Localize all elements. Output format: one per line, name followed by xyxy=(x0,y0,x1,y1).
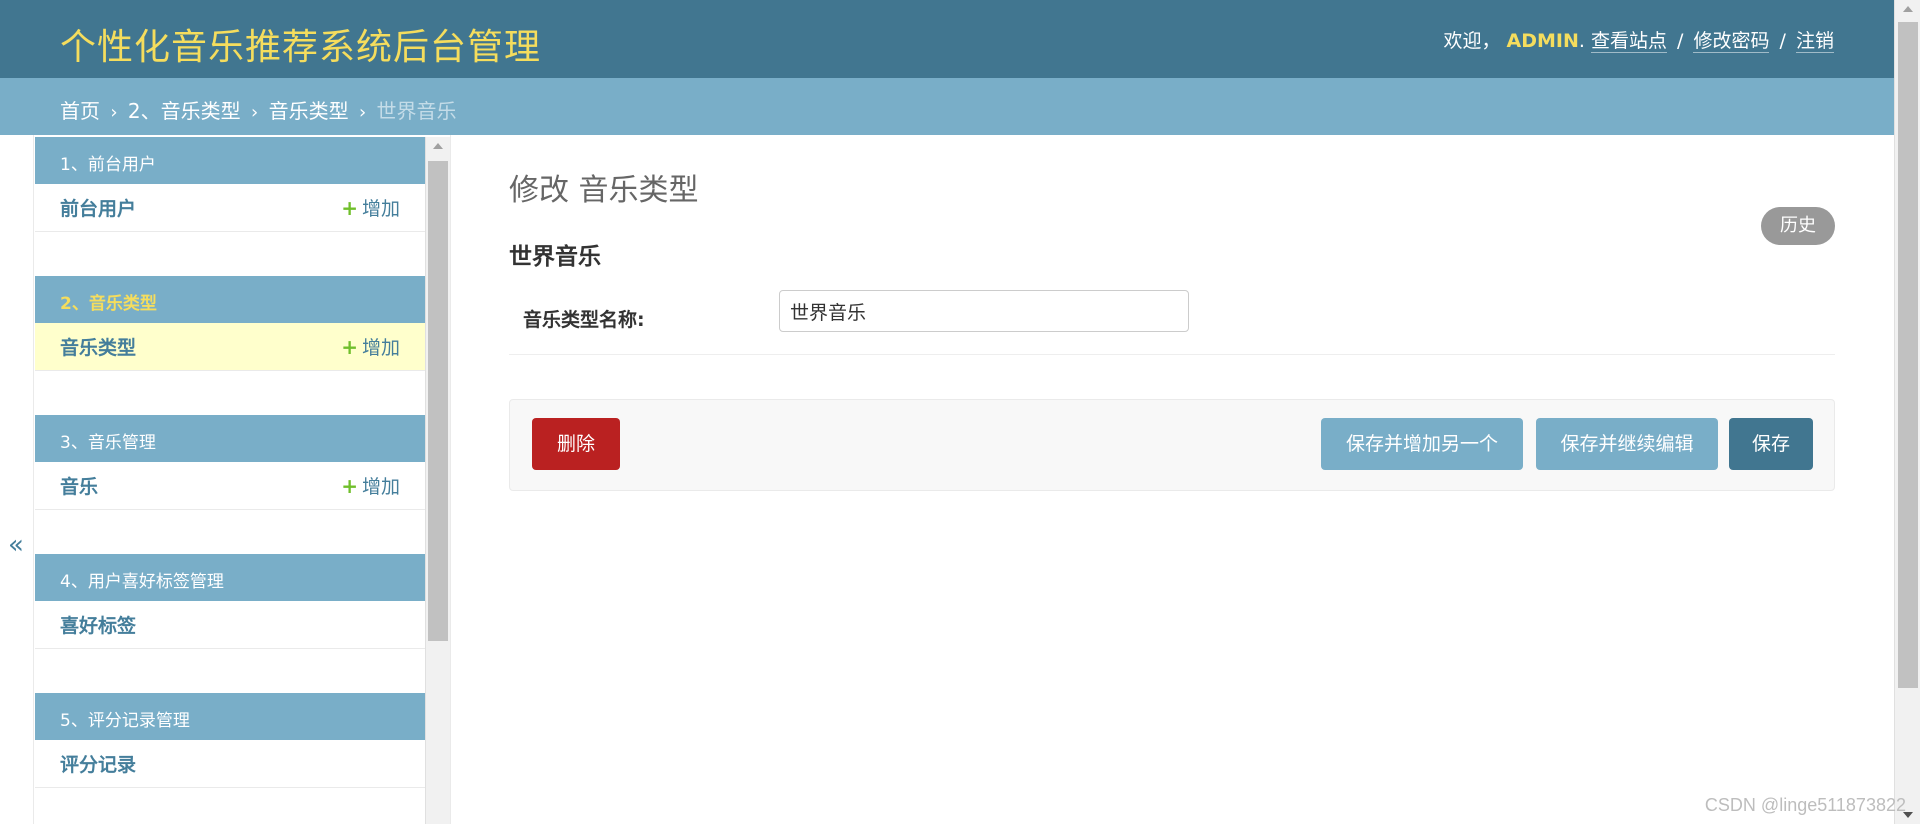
page-scrollbar[interactable] xyxy=(1894,0,1920,824)
sidebar-item-music: 音乐 + 增加 xyxy=(35,462,425,510)
collapse-icon[interactable]: « xyxy=(8,530,24,560)
delete-button[interactable]: 删除 xyxy=(532,418,620,470)
module-caption[interactable]: 2、音乐类型 xyxy=(35,276,425,323)
plus-icon: + xyxy=(341,474,358,498)
sidebar-item-label[interactable]: 前台用户 xyxy=(60,194,136,221)
history-button[interactable]: 历史 xyxy=(1761,207,1835,245)
scrollbar-thumb[interactable] xyxy=(428,161,448,641)
breadcrumb-arrow: › xyxy=(110,102,118,123)
module-music: 3、音乐管理 音乐 + 增加 xyxy=(35,415,425,510)
add-link[interactable]: + 增加 xyxy=(341,333,400,360)
save-button[interactable]: 保存 xyxy=(1729,418,1813,470)
module-caption[interactable]: 5、评分记录管理 xyxy=(35,693,425,740)
module-caption[interactable]: 3、音乐管理 xyxy=(35,415,425,462)
breadcrumb-arrow: › xyxy=(358,102,367,123)
add-link[interactable]: + 增加 xyxy=(341,472,400,499)
separator: / xyxy=(1779,30,1786,52)
plus-icon: + xyxy=(341,335,358,359)
breadcrumb: 首页 › 2、音乐类型 › 音乐类型 › 世界音乐 xyxy=(0,78,1894,135)
sidebar-item-label[interactable]: 喜好标签 xyxy=(60,611,136,638)
separator: / xyxy=(1677,30,1684,52)
breadcrumb-current: 世界音乐 xyxy=(376,99,457,123)
sidebar-item-label[interactable]: 音乐 xyxy=(60,472,98,499)
breadcrumb-home[interactable]: 首页 xyxy=(60,99,100,123)
page-title: 修改 音乐类型 xyxy=(509,173,699,208)
username-suffix: . xyxy=(1578,30,1585,52)
sidebar-item-label[interactable]: 评分记录 xyxy=(60,750,136,777)
nav-sidebar-toggle[interactable]: « xyxy=(0,135,34,824)
object-title: 世界音乐 xyxy=(509,244,601,270)
sidebar-item-ratings: 评分记录 xyxy=(35,740,425,788)
breadcrumb-app[interactable]: 2、音乐类型 xyxy=(128,99,241,123)
module-ratings: 5、评分记录管理 评分记录 xyxy=(35,693,425,788)
save-and-add-another-button[interactable]: 保存并增加另一个 xyxy=(1321,418,1523,470)
add-label: 增加 xyxy=(361,476,400,498)
plus-icon: + xyxy=(341,196,358,220)
add-label: 增加 xyxy=(361,198,400,220)
header: 个性化音乐推荐系统后台管理 欢迎， ADMIN. 查看站点 / 修改密码 / 注… xyxy=(0,0,1894,78)
form-row: 音乐类型名称: xyxy=(509,290,1835,355)
username: ADMIN xyxy=(1506,30,1579,52)
user-tools: 欢迎， ADMIN. 查看站点 / 修改密码 / 注销 xyxy=(1443,26,1834,53)
breadcrumb-arrow: › xyxy=(251,102,259,123)
sidebar-item-users: 前台用户 + 增加 xyxy=(35,184,425,232)
module-caption[interactable]: 4、用户喜好标签管理 xyxy=(35,554,425,601)
sidebar-item-music-types: 音乐类型 + 增加 xyxy=(35,323,425,371)
view-site-link[interactable]: 查看站点 xyxy=(1590,30,1667,53)
site-brand[interactable]: 个性化音乐推荐系统后台管理 xyxy=(60,18,541,70)
module-users: 1、前台用户 前台用户 + 增加 xyxy=(35,137,425,232)
scrollbar-thumb[interactable] xyxy=(1898,22,1918,688)
field-label: 音乐类型名称: xyxy=(523,309,645,331)
main-content: 修改 音乐类型 历史 世界音乐 音乐类型名称: 删除 保存并增加另一个 保存并继… xyxy=(509,135,1835,824)
watermark: CSDN @linge511873822 xyxy=(1704,795,1906,815)
scroll-up-icon[interactable] xyxy=(1903,6,1913,12)
change-password-link[interactable]: 修改密码 xyxy=(1693,30,1770,53)
welcome-text: 欢迎， xyxy=(1443,30,1501,52)
music-type-name-input[interactable] xyxy=(779,290,1189,332)
module-caption[interactable]: 1、前台用户 xyxy=(35,137,425,184)
divider xyxy=(450,135,451,824)
add-label: 增加 xyxy=(361,337,400,359)
save-and-continue-button[interactable]: 保存并继续编辑 xyxy=(1536,418,1718,470)
add-link[interactable]: + 增加 xyxy=(341,194,400,221)
submit-row: 删除 保存并增加另一个 保存并继续编辑 保存 xyxy=(509,399,1835,491)
module-preference-tags: 4、用户喜好标签管理 喜好标签 xyxy=(35,554,425,649)
sidebar-item-preference-tags: 喜好标签 xyxy=(35,601,425,649)
sidebar: 1、前台用户 前台用户 + 增加 2、音乐类型 音乐类型 + 增加 3、音乐管理 音… xyxy=(35,137,425,824)
logout-link[interactable]: 注销 xyxy=(1795,30,1834,53)
sidebar-item-label[interactable]: 音乐类型 xyxy=(60,333,136,360)
sidebar-scrollbar[interactable] xyxy=(425,137,450,824)
module-music-types: 2、音乐类型 音乐类型 + 增加 xyxy=(35,276,425,371)
scroll-up-icon[interactable] xyxy=(433,143,443,149)
breadcrumb-model[interactable]: 音乐类型 xyxy=(269,99,349,123)
